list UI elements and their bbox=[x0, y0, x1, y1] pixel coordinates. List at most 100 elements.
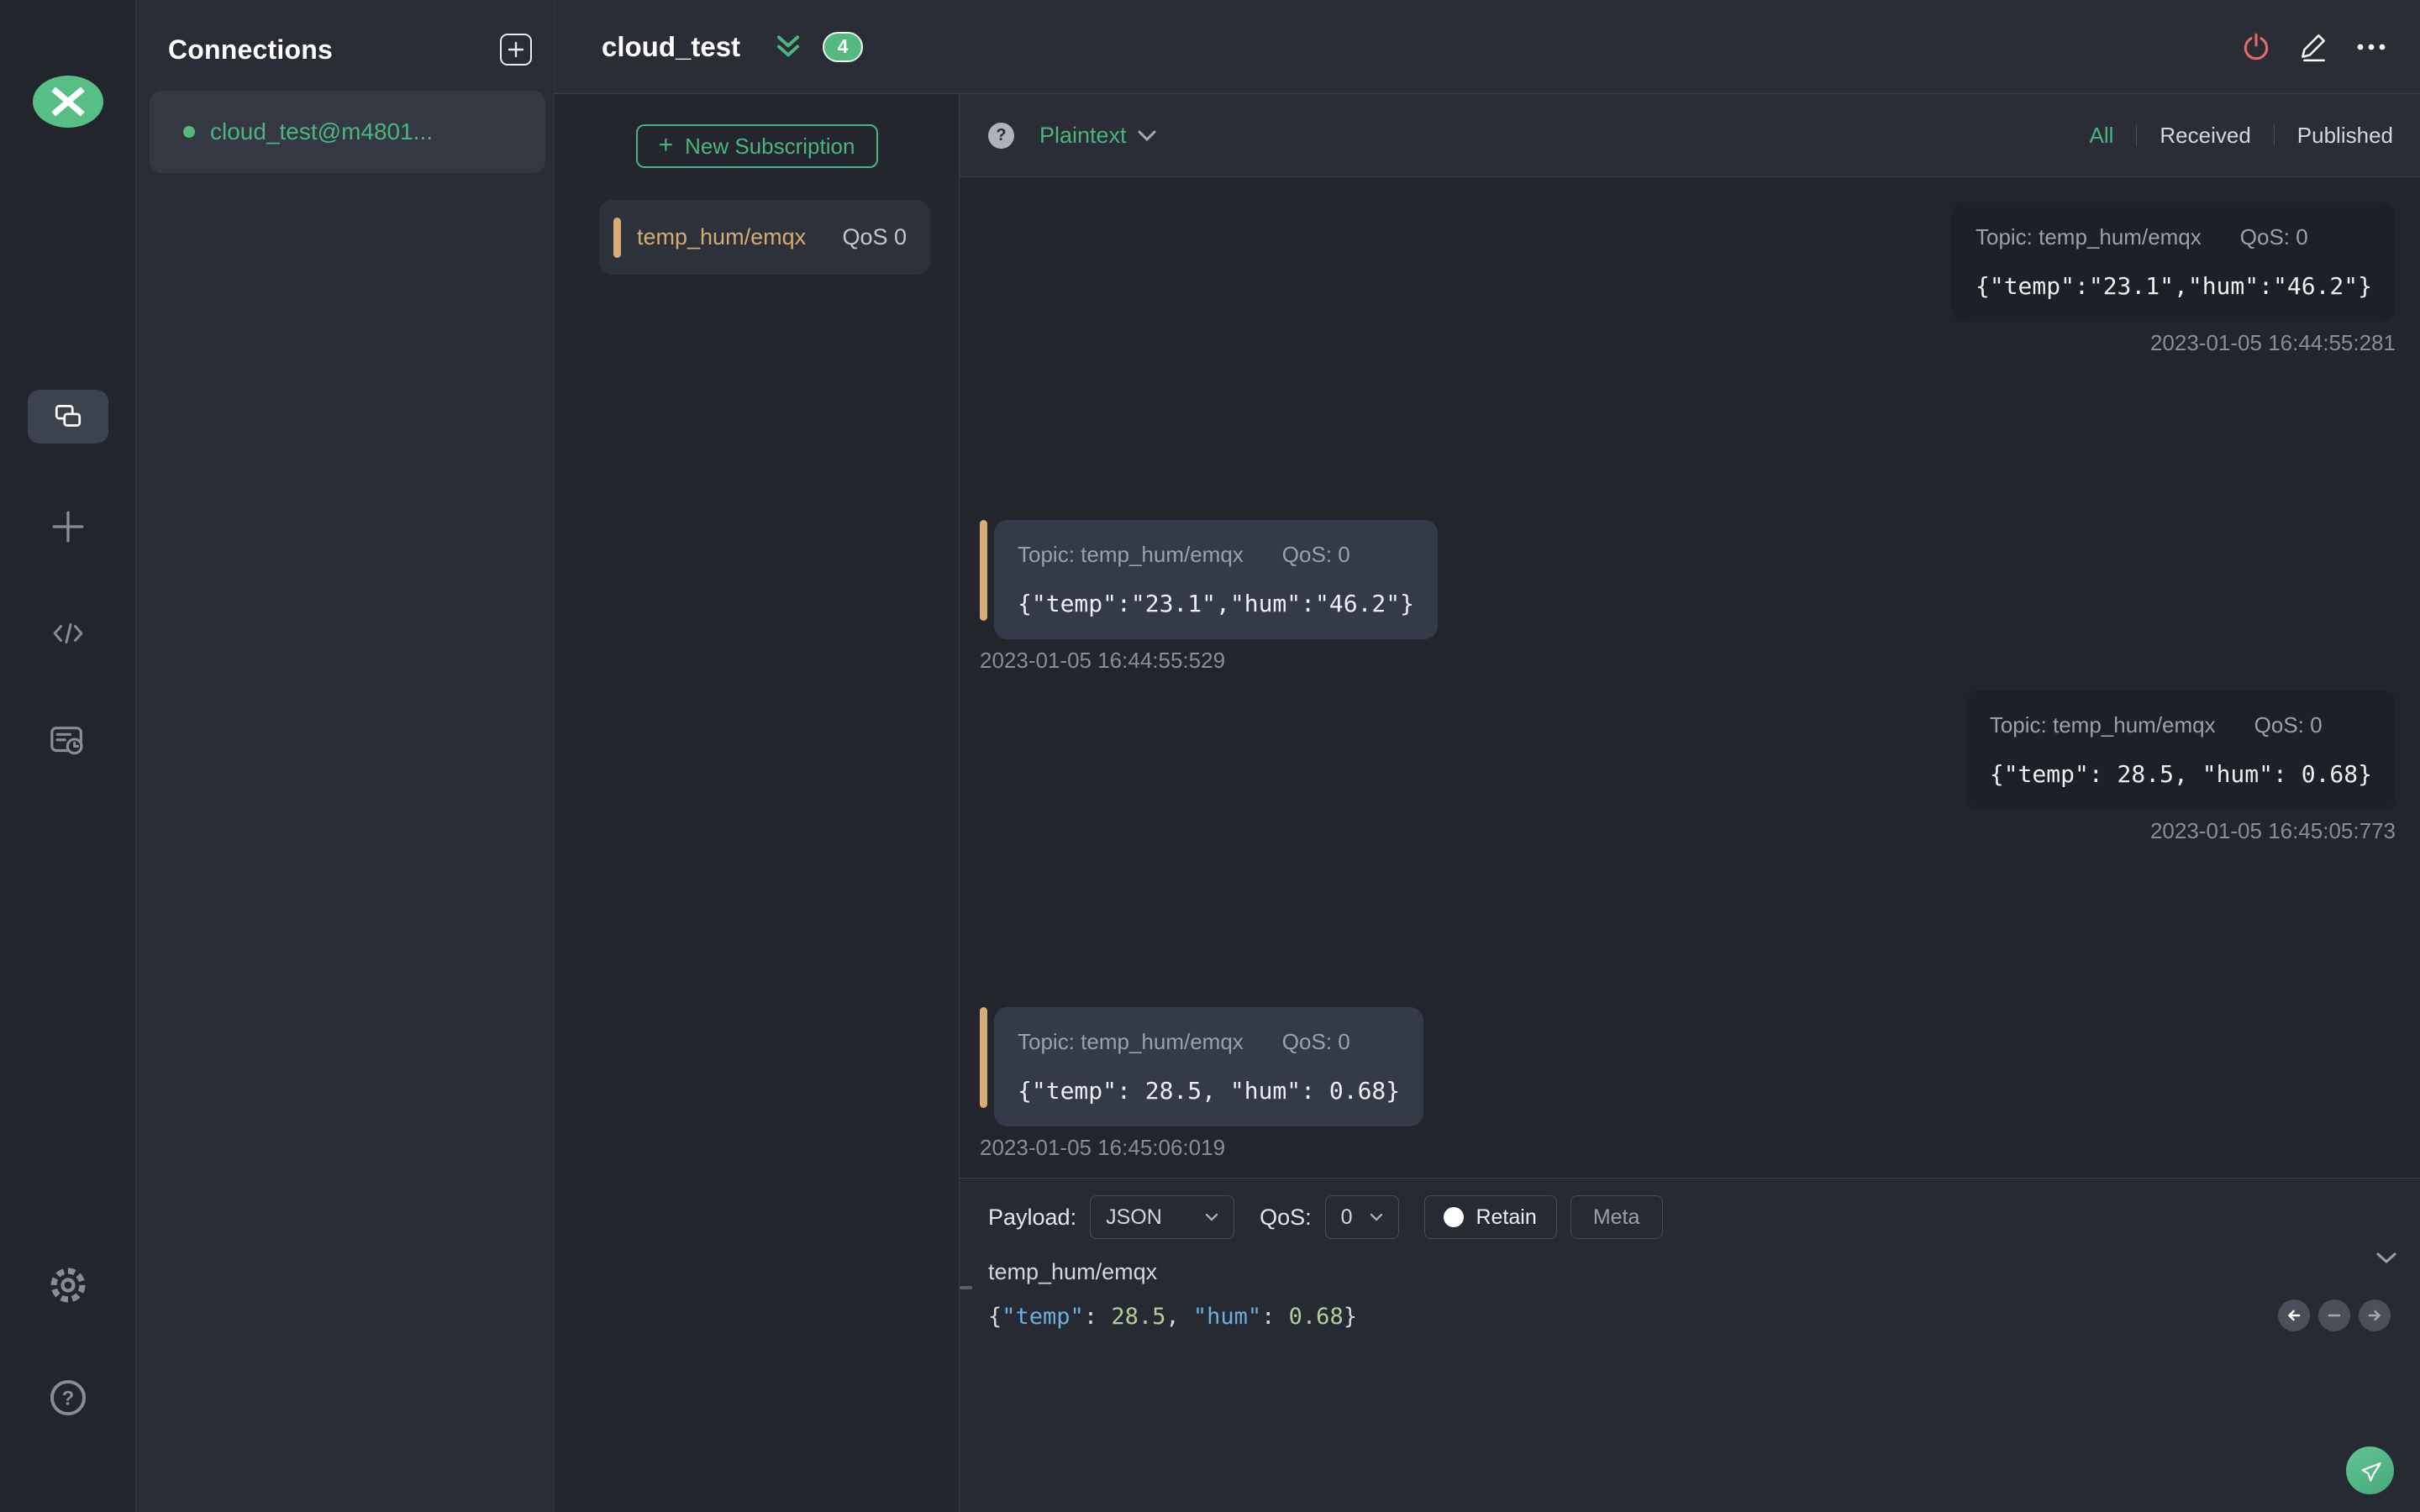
message-payload: {"temp": 28.5, "hum": 0.68} bbox=[1018, 1077, 1401, 1105]
message-qos: QoS: 0 bbox=[1281, 541, 1350, 567]
filter-published[interactable]: Published bbox=[2297, 123, 2393, 149]
payload-format-help-icon[interactable]: ? bbox=[988, 122, 1014, 149]
history-prev-button[interactable] bbox=[2278, 1299, 2310, 1331]
message-filters: All Received Published bbox=[2089, 123, 2393, 149]
message-topic: Topic: temp_hum/emqx bbox=[1018, 541, 1244, 567]
message-format-dropdown[interactable]: Plaintext bbox=[1039, 123, 1156, 149]
icon-rail: ? bbox=[0, 0, 136, 1512]
code-token: , bbox=[1165, 1304, 1193, 1330]
new-subscription-button[interactable]: + New Subscription bbox=[635, 124, 878, 168]
retain-label: Retain bbox=[1476, 1205, 1537, 1229]
code-token: : bbox=[1083, 1304, 1112, 1330]
disconnect-power-icon[interactable] bbox=[2240, 31, 2272, 63]
qos-value: 0 bbox=[1340, 1205, 1353, 1229]
message-timestamp: 2023-01-05 16:44:55:281 bbox=[2149, 330, 2396, 355]
message-topic: Topic: temp_hum/emqx bbox=[1989, 711, 2216, 738]
subscription-topic: temp_hum/emqx bbox=[637, 224, 807, 249]
messages-column: ? Plaintext All Received Published Topic… bbox=[960, 94, 2420, 1512]
subscription-qos: QoS 0 bbox=[842, 224, 907, 249]
message-qos: QoS: 0 bbox=[2254, 711, 2323, 738]
message-payload: {"temp": 28.5, "hum": 0.68} bbox=[1989, 759, 2372, 788]
messages-list: Topic: temp_hum/emqx QoS: 0 {"temp":"23.… bbox=[960, 177, 2420, 1178]
message-color-bar bbox=[980, 1007, 987, 1108]
message-item-received: Topic: temp_hum/emqx QoS: 0 {"temp": 28.… bbox=[960, 1007, 2420, 1161]
message-qos: QoS: 0 bbox=[2239, 224, 2308, 249]
code-token: { bbox=[988, 1304, 1002, 1330]
message-item-published: Topic: temp_hum/emqx QoS: 0 {"temp":"23.… bbox=[960, 202, 2420, 503]
add-connection-button[interactable] bbox=[500, 34, 532, 66]
payload-format-value: JSON bbox=[1106, 1205, 1162, 1229]
meta-label: Meta bbox=[1592, 1205, 1640, 1229]
collapse-publish-icon[interactable] bbox=[2376, 1252, 2396, 1263]
plus-icon: + bbox=[658, 130, 674, 159]
publish-toolbar: Payload: JSON QoS: 0 Retain Meta bbox=[960, 1179, 2420, 1239]
message-bubble[interactable]: Topic: temp_hum/emqx QoS: 0 {"temp": 28.… bbox=[994, 1007, 1424, 1126]
connection-title: cloud_test bbox=[602, 30, 741, 62]
filter-separator bbox=[2136, 124, 2138, 146]
message-bubble[interactable]: Topic: temp_hum/emqx QoS: 0 {"temp": 28.… bbox=[1965, 690, 2396, 810]
message-bubble[interactable]: Topic: temp_hum/emqx QoS: 0 {"temp":"23.… bbox=[1951, 202, 2396, 322]
retain-toggle[interactable]: Retain bbox=[1423, 1195, 1557, 1239]
code-token: "hum" bbox=[1192, 1304, 1262, 1330]
connection-status-dot bbox=[183, 126, 195, 138]
main-pane: cloud_test 4 + New Subscription temp_hum… bbox=[555, 0, 2420, 1512]
message-qos: QoS: 0 bbox=[1281, 1029, 1350, 1054]
qos-label: QoS: bbox=[1260, 1204, 1312, 1230]
message-format-value: Plaintext bbox=[1039, 122, 1127, 148]
code-token: 0.68 bbox=[1288, 1304, 1344, 1330]
meta-button[interactable]: Meta bbox=[1570, 1195, 1663, 1239]
connections-panel: Connections cloud_test@m4801... bbox=[136, 0, 555, 1512]
resize-handle[interactable] bbox=[960, 1286, 972, 1289]
publish-payload-editor[interactable]: {"temp": 28.5, "hum": 0.68} bbox=[988, 1304, 2420, 1330]
send-plane-icon bbox=[2361, 1462, 2381, 1482]
message-topic: Topic: temp_hum/emqx bbox=[1018, 1029, 1244, 1054]
payload-format-select[interactable]: JSON bbox=[1090, 1195, 1235, 1239]
message-color-bar bbox=[980, 519, 987, 621]
help-icon[interactable]: ? bbox=[48, 1378, 88, 1418]
code-token: } bbox=[1343, 1304, 1357, 1330]
mqttx-logo-icon bbox=[32, 76, 103, 128]
chevron-down-icon bbox=[1138, 130, 1156, 141]
code-token: : bbox=[1261, 1304, 1289, 1330]
edit-connection-icon[interactable] bbox=[2297, 31, 2329, 63]
message-timestamp: 2023-01-05 16:44:55:529 bbox=[980, 647, 1226, 673]
collapse-subscriptions-icon[interactable] bbox=[774, 34, 802, 60]
chevron-down-icon bbox=[1205, 1213, 1218, 1221]
mqttx-app: ? Connections cloud_test@m4801... cloud_… bbox=[0, 0, 2420, 1512]
log-history-icon[interactable] bbox=[49, 722, 87, 759]
message-item-received: Topic: temp_hum/emqx QoS: 0 {"temp":"23.… bbox=[960, 519, 2420, 674]
subscription-item[interactable]: temp_hum/emqx QoS 0 bbox=[599, 200, 930, 275]
retain-dot-icon bbox=[1444, 1207, 1465, 1227]
script-icon[interactable] bbox=[50, 618, 86, 648]
connection-name: cloud_test@m4801... bbox=[210, 118, 434, 144]
connections-nav-icon[interactable] bbox=[27, 390, 108, 444]
code-token: 28.5 bbox=[1111, 1304, 1166, 1330]
message-topic: Topic: temp_hum/emqx bbox=[1975, 224, 2202, 249]
subscription-color-bar bbox=[613, 217, 621, 258]
publish-panel: Payload: JSON QoS: 0 Retain Meta temp_hu… bbox=[960, 1178, 2420, 1512]
chevron-down-icon bbox=[1370, 1213, 1382, 1221]
message-timestamp: 2023-01-05 16:45:05:773 bbox=[2149, 817, 2396, 843]
new-connection-icon[interactable] bbox=[49, 507, 87, 546]
message-timestamp: 2023-01-05 16:45:06:019 bbox=[980, 1135, 1226, 1160]
history-next-button[interactable] bbox=[2359, 1299, 2391, 1331]
qos-select[interactable]: 0 bbox=[1324, 1195, 1399, 1239]
settings-gear-icon[interactable] bbox=[48, 1265, 88, 1305]
connection-header: cloud_test 4 bbox=[555, 0, 2420, 94]
connections-title: Connections bbox=[168, 34, 333, 65]
send-button[interactable] bbox=[2346, 1446, 2394, 1494]
history-current-button[interactable] bbox=[2318, 1299, 2350, 1331]
payload-label: Payload: bbox=[988, 1204, 1077, 1230]
more-options-icon[interactable] bbox=[2354, 31, 2388, 63]
publish-topic-input[interactable]: temp_hum/emqx bbox=[988, 1259, 2344, 1285]
message-payload: {"temp":"23.1","hum":"46.2"} bbox=[1018, 589, 1415, 617]
svg-text:?: ? bbox=[61, 1387, 74, 1410]
code-token: "temp" bbox=[1002, 1304, 1084, 1330]
filter-all[interactable]: All bbox=[2089, 123, 2113, 149]
messages-toolbar: ? Plaintext All Received Published bbox=[960, 94, 2420, 177]
filter-received[interactable]: Received bbox=[2160, 123, 2250, 149]
subscriptions-column: + New Subscription temp_hum/emqx QoS 0 bbox=[555, 94, 960, 1512]
new-subscription-label: New Subscription bbox=[685, 133, 855, 159]
message-bubble[interactable]: Topic: temp_hum/emqx QoS: 0 {"temp":"23.… bbox=[994, 519, 1439, 639]
connection-item[interactable]: cloud_test@m4801... bbox=[150, 91, 545, 173]
